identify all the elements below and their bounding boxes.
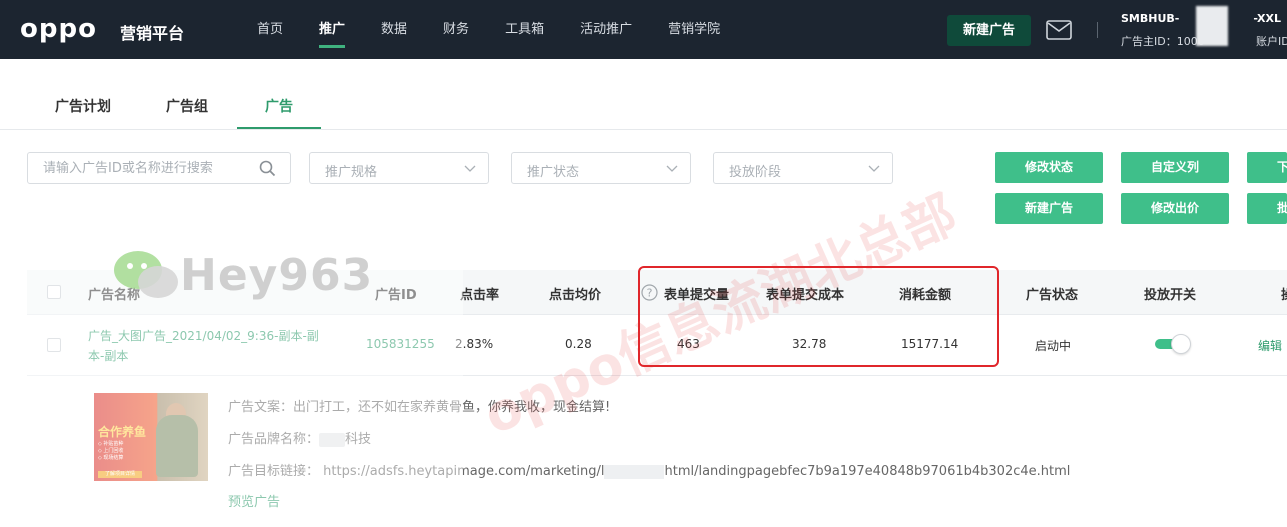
- target-link-end[interactable]: html/landingpagebfec7b9a197e40848b97061b…: [664, 464, 1070, 479]
- nav-toolbox[interactable]: 工具箱: [505, 0, 544, 59]
- nav-home[interactable]: 首页: [257, 0, 283, 59]
- oppo-logo[interactable]: oppo: [20, 15, 97, 43]
- new-ad-action-button[interactable]: 新建广告: [995, 193, 1103, 224]
- col-delivery-switch[interactable]: 投放开关: [1144, 284, 1196, 303]
- redacted-account-block: [1196, 6, 1228, 46]
- redacted-link-part: [604, 464, 665, 479]
- account-id-label: 账户ID: [1256, 35, 1287, 48]
- chevron-down-icon: [464, 165, 476, 172]
- new-ad-button[interactable]: 新建广告: [947, 15, 1031, 46]
- account-name-suffix: -XXL: [1253, 12, 1281, 25]
- main-nav: 首页 推广 数据 财务 工具箱 活动推广 营销学院: [257, 0, 756, 59]
- search-input[interactable]: [43, 153, 263, 183]
- top-navigation-bar: oppo 营销平台 首页 推广 数据 财务 工具箱 活动推广 营销学院 新建广告…: [0, 0, 1287, 59]
- spec-select-placeholder: 推广规格: [325, 165, 378, 180]
- delivery-toggle[interactable]: [1155, 334, 1191, 354]
- advertiser-id: 广告主ID：1000: [1121, 35, 1205, 48]
- chevron-down-icon: [868, 165, 880, 172]
- edit-link[interactable]: 编辑: [1258, 337, 1282, 354]
- modify-bid-button[interactable]: 修改出价: [1121, 193, 1229, 224]
- stage-select[interactable]: 投放阶段: [713, 152, 893, 184]
- tab-ad-group[interactable]: 广告组: [166, 96, 208, 116]
- wechat-icon: [114, 251, 178, 298]
- level-tabs: 广告计划 广告组 广告: [0, 90, 1287, 130]
- topbar-divider: [1097, 22, 1098, 38]
- spec-select[interactable]: 推广规格: [309, 152, 489, 184]
- search-icon[interactable]: [259, 160, 276, 177]
- tab-campaign[interactable]: 广告计划: [55, 96, 111, 116]
- active-tab-indicator: [237, 127, 321, 129]
- status-select[interactable]: 推广状态: [511, 152, 691, 184]
- nav-data[interactable]: 数据: [381, 0, 407, 59]
- account-name-prefix: SMBHUB-: [1121, 12, 1180, 25]
- col-operations[interactable]: 操: [1281, 284, 1287, 303]
- col-ad-status[interactable]: 广告状态: [1026, 284, 1078, 303]
- download-button[interactable]: 下: [1247, 152, 1287, 183]
- platform-title: 营销平台: [120, 24, 185, 43]
- batch-button[interactable]: 批: [1247, 193, 1287, 224]
- col-cpc[interactable]: 点击均价: [549, 284, 601, 303]
- nav-marketing-academy[interactable]: 营销学院: [668, 0, 720, 59]
- custom-columns-button[interactable]: 自定义列: [1121, 152, 1229, 183]
- modify-status-button[interactable]: 修改状态: [995, 152, 1103, 183]
- toggle-knob: [1171, 334, 1191, 354]
- status-value: 启动中: [1035, 339, 1072, 353]
- stage-select-placeholder: 投放阶段: [729, 165, 782, 180]
- nav-campaign-promo[interactable]: 活动推广: [580, 0, 632, 59]
- col-ctr[interactable]: 点击率: [460, 284, 499, 303]
- nav-finance[interactable]: 财务: [443, 0, 469, 59]
- hey-watermark: Hey963: [180, 250, 374, 301]
- tab-ad[interactable]: 广告: [265, 96, 293, 116]
- chevron-down-icon: [666, 165, 678, 172]
- search-box: [27, 152, 291, 184]
- nav-promotion[interactable]: 推广: [319, 0, 346, 59]
- mail-icon[interactable]: [1046, 20, 1072, 40]
- status-select-placeholder: 推广状态: [527, 165, 580, 180]
